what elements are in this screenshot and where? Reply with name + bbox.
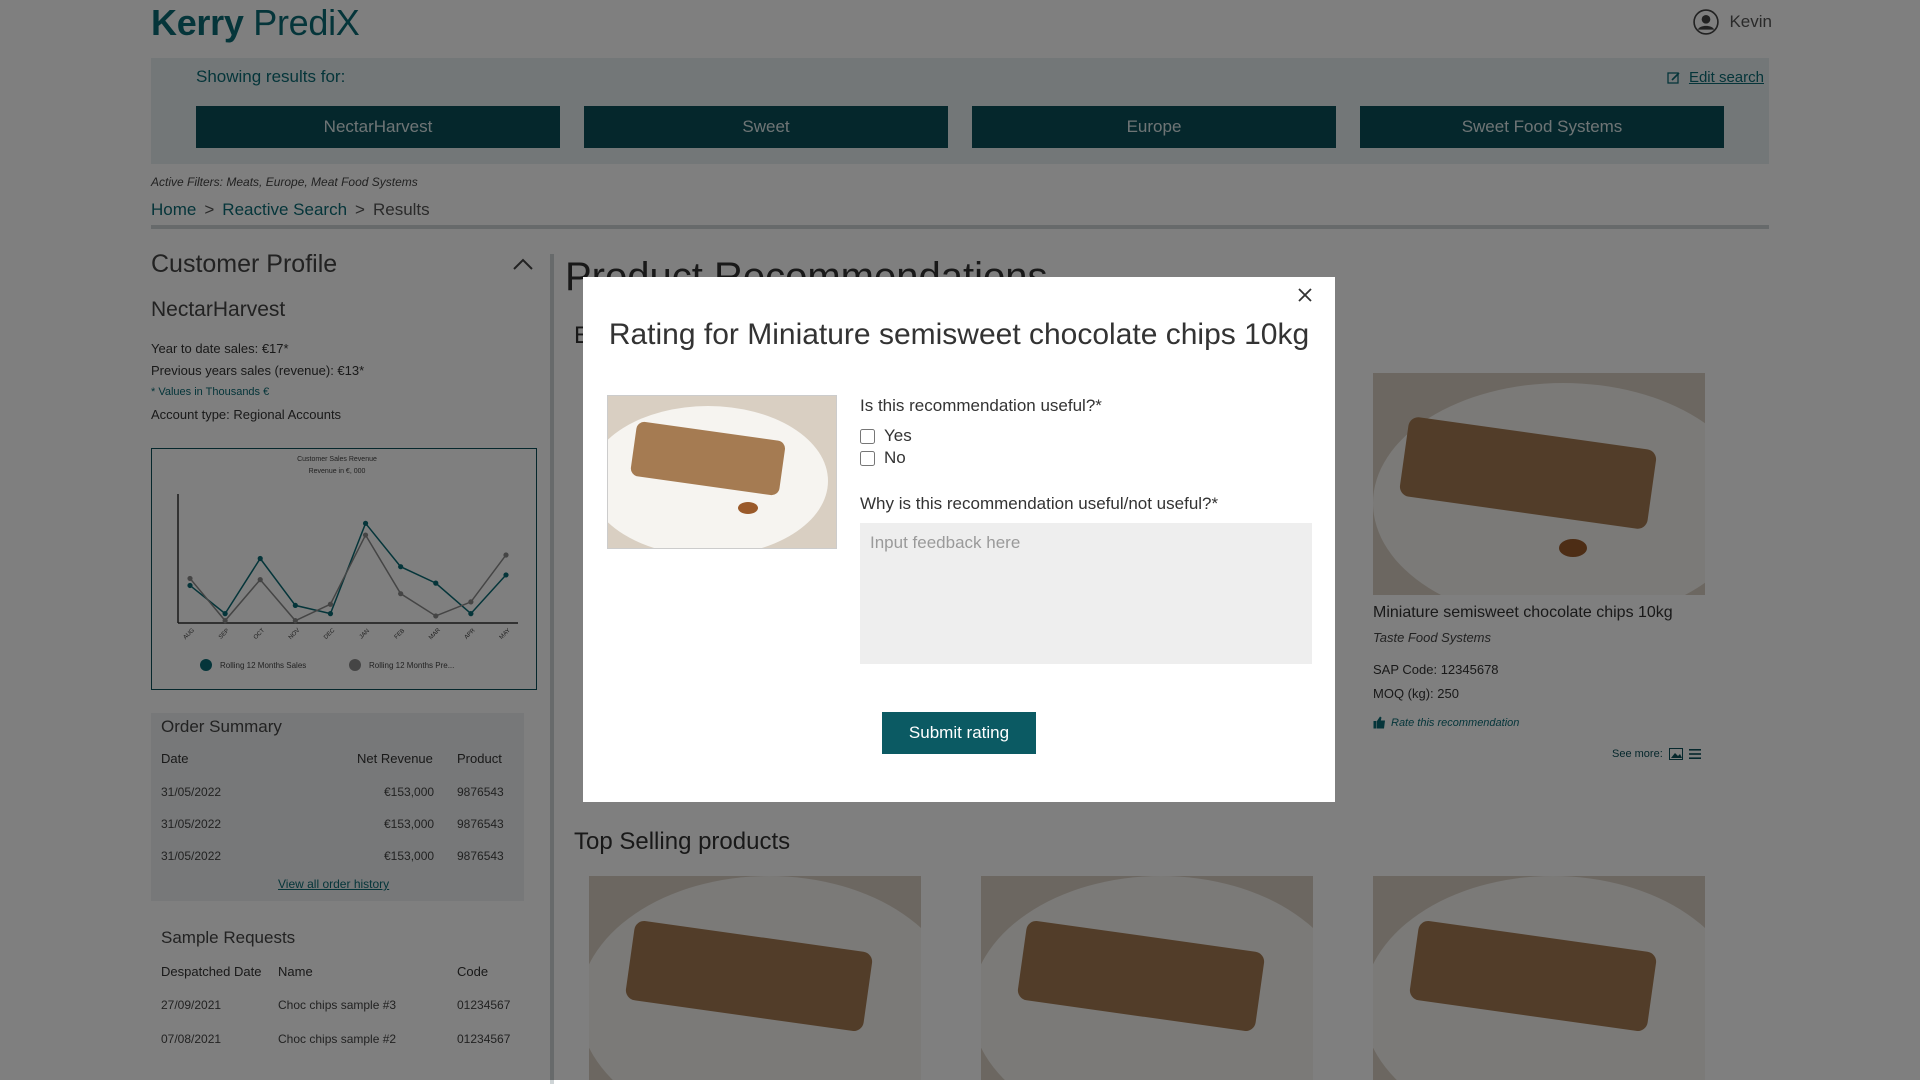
- close-icon[interactable]: [1295, 285, 1315, 305]
- submit-rating-button[interactable]: Submit rating: [882, 712, 1036, 754]
- modal-title: Rating for Miniature semisweet chocolate…: [608, 318, 1310, 351]
- useful-no-option[interactable]: No: [860, 448, 906, 468]
- feedback-question: Why is this recommendation useful/not us…: [860, 494, 1219, 513]
- feedback-input[interactable]: [860, 523, 1312, 664]
- modal-product-image: [607, 395, 837, 549]
- useful-question: Is this recommendation useful?*: [860, 396, 1102, 415]
- useful-yes-checkbox[interactable]: [860, 428, 875, 444]
- useful-no-checkbox[interactable]: [860, 450, 875, 466]
- useful-yes-option[interactable]: Yes: [860, 426, 912, 446]
